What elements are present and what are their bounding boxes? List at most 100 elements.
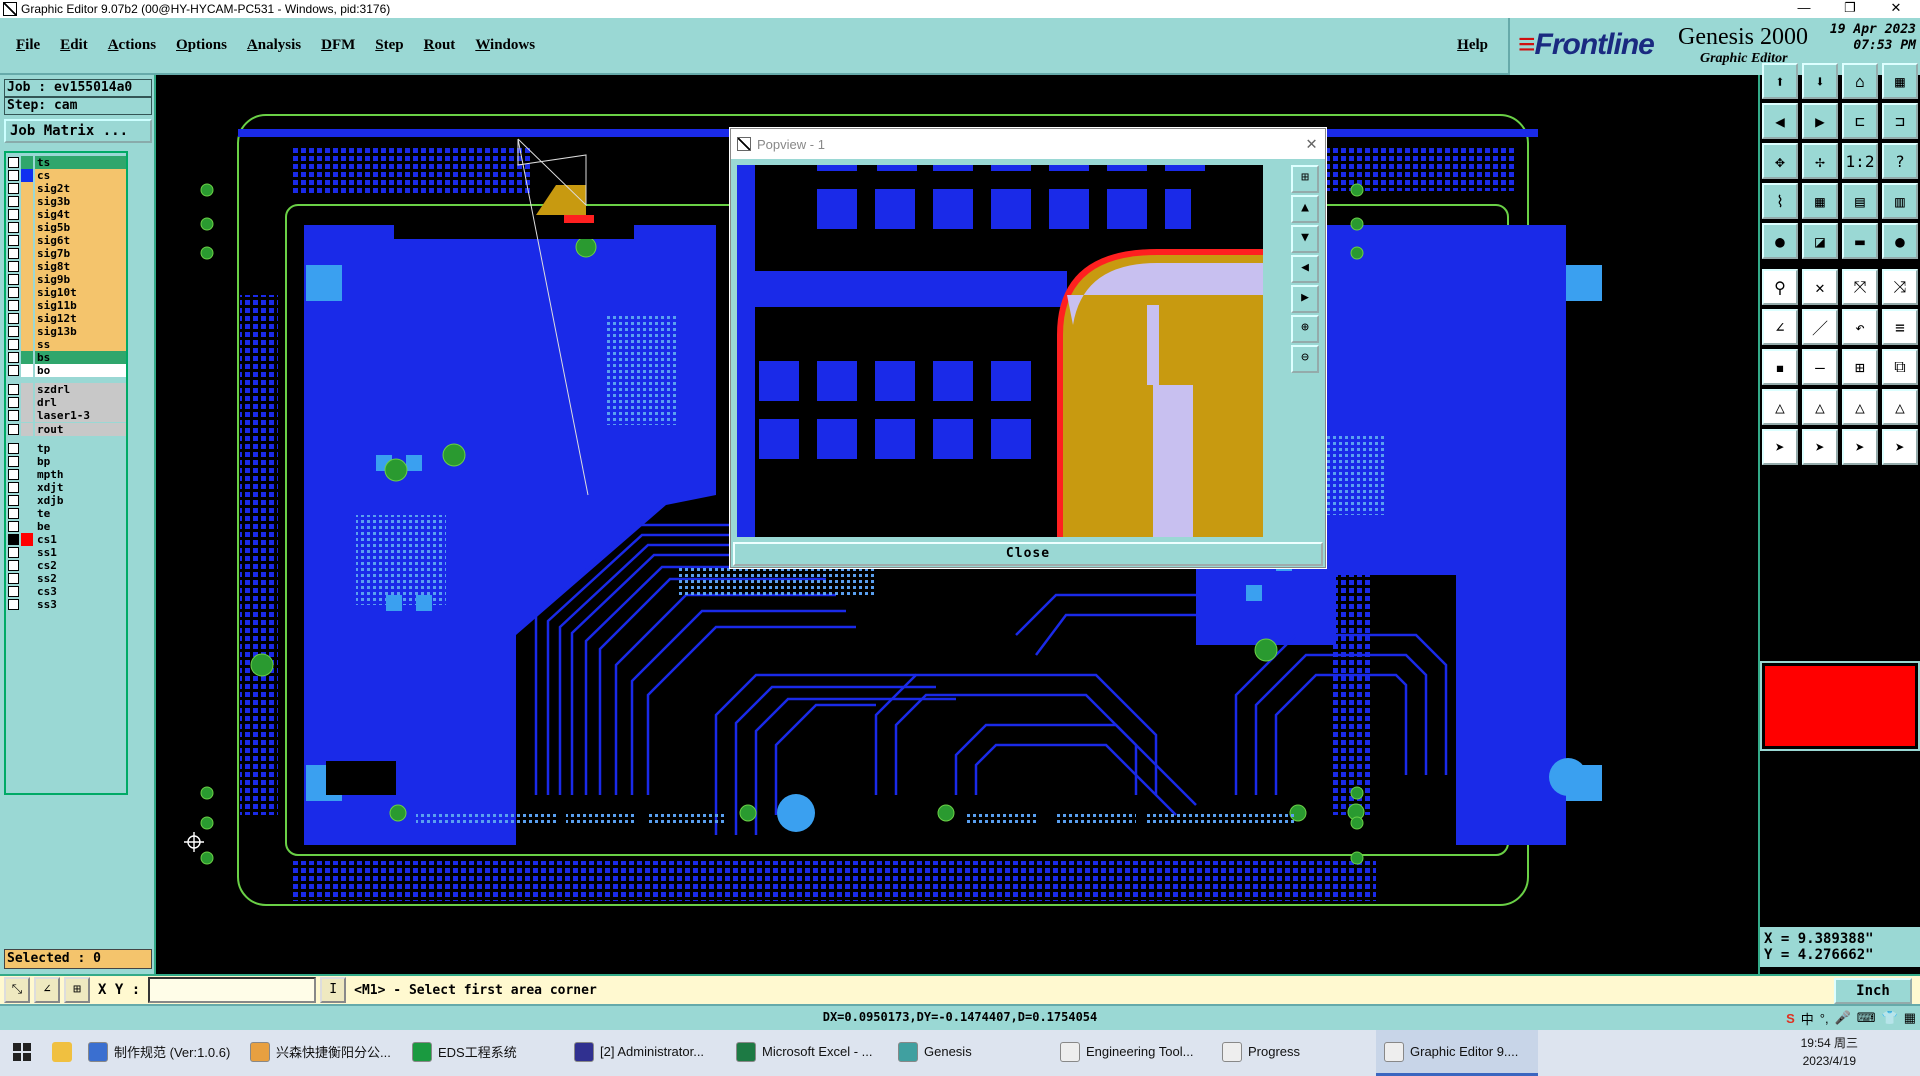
cursor-mode-icon[interactable]: I — [320, 977, 347, 1003]
layer-checkbox[interactable] — [8, 260, 19, 272]
layer-row-xdjb[interactable]: xdjb — [8, 493, 126, 507]
popview-pan-right-icon[interactable]: ▶ — [1291, 285, 1319, 313]
layer-checkbox[interactable] — [8, 455, 19, 467]
snap-tool-icon[interactable]: ⌇ — [1762, 183, 1798, 219]
taskbar-item[interactable]: [2] Administrator... — [566, 1030, 728, 1076]
fit-screen-icon[interactable]: ✥ — [1762, 143, 1798, 179]
popview-close-icon[interactable]: ✕ — [1306, 133, 1317, 154]
layer-row-cs1[interactable]: cs1 — [8, 532, 126, 546]
popview-canvas[interactable] — [735, 163, 1265, 539]
layer-row-bo[interactable]: bo — [8, 364, 126, 378]
select-round-icon[interactable]: ● — [1882, 223, 1918, 259]
layer-row-xdjt[interactable]: xdjt — [8, 480, 126, 494]
taskbar-item[interactable]: Microsoft Excel - ... — [728, 1030, 890, 1076]
current-color-swatch[interactable] — [1760, 661, 1920, 751]
ruler-icon[interactable]: ▬ — [1842, 223, 1878, 259]
taskbar-item[interactable]: Genesis — [890, 1030, 1052, 1076]
view-top-icon[interactable]: ⬆ — [1762, 63, 1798, 99]
hatch-icon[interactable]: ⊞ — [1842, 349, 1878, 385]
sogou-icon[interactable]: S — [1786, 1011, 1795, 1026]
layer-checkbox[interactable] — [8, 494, 19, 506]
view-layout-icon[interactable]: ▦ — [1882, 63, 1918, 99]
layer-checkbox[interactable] — [8, 599, 19, 611]
start-icon[interactable] — [0, 1030, 44, 1076]
layer-row-sig10t[interactable]: sig10t — [8, 286, 126, 300]
minimize-icon[interactable]: — — [1782, 0, 1826, 18]
taskbar-item[interactable]: Progress — [1214, 1030, 1376, 1076]
layer-swap-icon[interactable]: ▥ — [1882, 183, 1918, 219]
menu-analysis[interactable]: Analysis — [237, 37, 311, 54]
triangle-a-icon[interactable]: △ — [1762, 389, 1798, 425]
ime-lang[interactable]: 中 — [1801, 1009, 1814, 1028]
layer-row-sig8t[interactable]: sig8t — [8, 259, 126, 273]
text-tool-icon[interactable]: ≡ — [1882, 309, 1918, 345]
layer-row-ss[interactable]: ss — [8, 338, 126, 352]
layer-checkbox[interactable] — [8, 169, 19, 181]
layer-checkbox[interactable] — [8, 182, 19, 194]
layer-checkbox[interactable] — [8, 410, 19, 422]
layer-checkbox[interactable] — [8, 520, 19, 532]
triangle-b-icon[interactable]: △ — [1802, 389, 1838, 425]
layer-checkbox[interactable] — [8, 273, 19, 285]
grid-menu-icon[interactable]: ▦ — [1904, 1010, 1916, 1026]
layer-row-ss1[interactable]: ss1 — [8, 545, 126, 559]
menu-windows[interactable]: Windows — [465, 37, 545, 54]
layer-row-tp[interactable]: tp — [8, 441, 126, 455]
layer-row-bp[interactable]: bp — [8, 454, 126, 468]
popview-pan-down-icon[interactable]: ▼ — [1291, 225, 1319, 253]
measure-icon[interactable]: ∠ — [34, 977, 60, 1003]
xy-input[interactable] — [148, 977, 317, 1003]
layer-row-sig11b[interactable]: sig11b — [8, 299, 126, 313]
layer-filter-icon[interactable]: ▤ — [1842, 183, 1878, 219]
pan-left-icon[interactable]: ◀ — [1762, 103, 1798, 139]
system-clock[interactable]: 19:54 周三 2023/4/19 — [1801, 1034, 1858, 1070]
layer-checkbox[interactable] — [8, 247, 19, 259]
layer-row-be[interactable]: be — [8, 519, 126, 533]
layer-checkbox[interactable] — [8, 339, 19, 351]
taskbar-item[interactable]: EDS工程系统 — [404, 1030, 566, 1076]
pointer-b-icon[interactable]: ➤ — [1802, 429, 1838, 465]
view-home-in-icon[interactable]: ⬇ — [1802, 63, 1838, 99]
layer-row-sig4t[interactable]: sig4t — [8, 207, 126, 221]
layer-checkbox[interactable] — [8, 208, 19, 220]
view-home-icon[interactable]: ⌂ — [1842, 63, 1878, 99]
punct-icon[interactable]: °, — [1820, 1011, 1829, 1026]
layer-row-sig2t[interactable]: sig2t — [8, 181, 126, 195]
layer-checkbox[interactable] — [8, 442, 19, 454]
menu-help[interactable]: Help — [1447, 37, 1498, 54]
layer-row-sig3b[interactable]: sig3b — [8, 194, 126, 208]
layer-row-te[interactable]: te — [8, 506, 126, 520]
layer-checkbox[interactable] — [8, 326, 19, 338]
popview-close-button[interactable]: Close — [733, 542, 1323, 566]
file-explorer-icon[interactable] — [44, 1030, 80, 1076]
layer-row-sig13b[interactable]: sig13b — [8, 325, 126, 339]
layer-row-sig12t[interactable]: sig12t — [8, 312, 126, 326]
menu-actions[interactable]: Actions — [98, 37, 166, 54]
layer-checkbox[interactable] — [8, 384, 19, 396]
layer-checkbox[interactable] — [8, 573, 19, 585]
skin-icon[interactable]: 👕 — [1882, 1010, 1898, 1026]
layer-row-laser1-3[interactable]: laser1-3 — [8, 409, 126, 423]
pointer-a-icon[interactable]: ➤ — [1762, 429, 1798, 465]
menu-dfm[interactable]: DFM — [311, 37, 365, 54]
mic-icon[interactable]: 🎤 — [1835, 1010, 1851, 1026]
popview-pan-up-icon[interactable]: ▲ — [1291, 195, 1319, 223]
layer-checkbox[interactable] — [8, 221, 19, 233]
layer-row-cs3[interactable]: cs3 — [8, 585, 126, 599]
layer-checkbox[interactable] — [8, 546, 19, 558]
popview-pan-left-icon[interactable]: ◀ — [1291, 255, 1319, 283]
layer-checkbox[interactable] — [8, 313, 19, 325]
split-view-icon[interactable]: ⊐ — [1882, 103, 1918, 139]
move-node-icon[interactable]: ⤧ — [1842, 269, 1878, 305]
merge-icon[interactable]: ⧉ — [1882, 349, 1918, 385]
menu-step[interactable]: Step — [365, 37, 413, 54]
zoom-window-icon[interactable]: ⊏ — [1842, 103, 1878, 139]
taskbar-item[interactable]: Graphic Editor 9.... — [1376, 1030, 1538, 1076]
layer-checkbox[interactable] — [8, 481, 19, 493]
add-line-icon[interactable]: — — [1802, 349, 1838, 385]
pointer-c-icon[interactable]: ➤ — [1842, 429, 1878, 465]
close-icon[interactable]: ✕ — [1874, 0, 1918, 18]
menu-rout[interactable]: Rout — [414, 37, 466, 54]
grid-toggle-icon[interactable]: ▦ — [1802, 183, 1838, 219]
layer-checkbox[interactable] — [8, 533, 19, 545]
